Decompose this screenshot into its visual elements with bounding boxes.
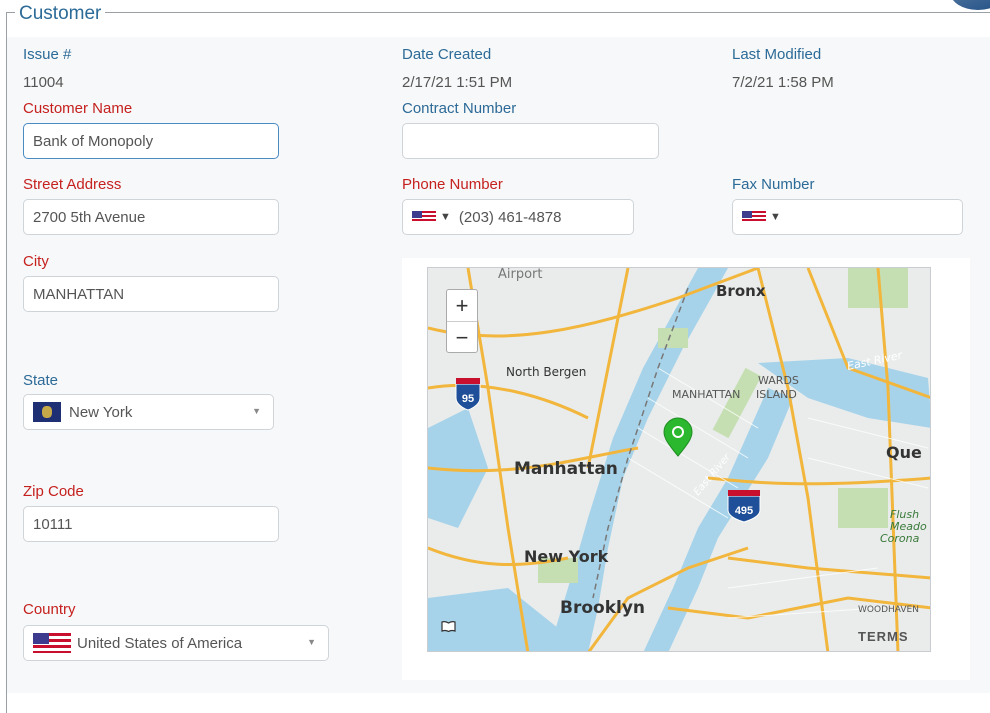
map-canvas: 95 495 Airport Bronx North Bergen MANHAT…	[428, 268, 930, 651]
flushing-meadows-park	[838, 488, 888, 528]
park-area	[658, 328, 688, 348]
country-select[interactable]: United States of America ▼	[23, 625, 329, 661]
state-value: New York	[69, 403, 133, 421]
map-label-airport: Airport	[498, 268, 543, 282]
map-terms-link[interactable]: TERMS	[858, 629, 909, 644]
date-created-label: Date Created	[402, 46, 492, 63]
state-label: State	[23, 372, 59, 389]
us-flag-icon	[33, 633, 71, 653]
country-label: Country	[23, 601, 76, 618]
interstate-495-label: 495	[735, 505, 753, 517]
country-caret-icon[interactable]: ▼	[770, 211, 781, 223]
city-input[interactable]: MANHATTAN	[23, 276, 279, 312]
fax-number-input[interactable]: ▼	[732, 199, 963, 235]
street-address-label: Street Address	[23, 176, 122, 193]
zip-code-input[interactable]: 10111	[23, 506, 279, 542]
phone-number-label: Phone Number	[402, 176, 503, 193]
city-value: MANHATTAN	[33, 285, 125, 303]
corner-logo	[930, 0, 990, 12]
last-modified-value: 7/2/21 1:58 PM	[732, 74, 834, 91]
chevron-down-icon[interactable]: ▼	[252, 406, 261, 416]
fax-number-label: Fax Number	[732, 176, 815, 193]
map-label-new-york: New York	[524, 547, 609, 566]
phone-number-input[interactable]: ▼ (203) 461-4878	[402, 199, 634, 235]
map-label-island: ISLAND	[756, 388, 797, 401]
customer-name-value: Bank of Monopoly	[33, 132, 154, 150]
zoom-in-button[interactable]: +	[447, 290, 477, 321]
interstate-95-label: 95	[462, 393, 474, 405]
map-label-brooklyn: Brooklyn	[560, 598, 645, 618]
zip-code-label: Zip Code	[23, 483, 84, 500]
interstate-495-shield-top	[728, 490, 760, 496]
street-address-value: 2700 5th Avenue	[33, 208, 146, 226]
map-label-north-bergen: North Bergen	[506, 365, 586, 379]
contract-number-input[interactable]	[402, 123, 659, 159]
customer-name-input[interactable]: Bank of Monopoly	[23, 123, 279, 159]
zip-code-value: 10111	[33, 515, 73, 533]
issue-value: 11004	[23, 74, 64, 91]
country-value: United States of America	[77, 634, 243, 652]
contract-number-label: Contract Number	[402, 100, 517, 117]
map-label-queens: Que	[886, 443, 922, 462]
map-label-bronx: Bronx	[716, 282, 766, 300]
phone-number-value: (203) 461-4878	[458, 208, 562, 226]
new-york-flag-icon	[33, 402, 61, 422]
chevron-down-icon[interactable]: ▼	[307, 637, 316, 647]
map-label-corona: Corona	[880, 532, 920, 545]
section-legend: Customer	[15, 3, 106, 25]
last-modified-label: Last Modified	[732, 46, 822, 63]
state-select[interactable]: New York ▼	[23, 394, 274, 430]
issue-label: Issue #	[23, 46, 72, 63]
map-label-manhattan: Manhattan	[514, 459, 618, 479]
map-label-manhattan-district: MANHATTAN	[672, 388, 740, 401]
us-flag-icon[interactable]	[412, 211, 436, 223]
interstate-95-shield-top	[456, 378, 480, 384]
street-address-input[interactable]: 2700 5th Avenue	[23, 199, 279, 235]
location-map[interactable]: 95 495 Airport Bronx North Bergen MANHAT…	[427, 267, 931, 652]
date-created-value: 2/17/21 1:51 PM	[402, 74, 513, 91]
city-label: City	[23, 253, 49, 270]
us-flag-icon[interactable]	[742, 211, 766, 223]
customer-name-label: Customer Name	[23, 100, 133, 117]
country-caret-icon[interactable]: ▼	[440, 211, 451, 223]
map-legend-book-icon[interactable]	[441, 621, 456, 632]
zoom-out-button[interactable]: −	[447, 321, 477, 353]
map-label-woodhaven: WOODHAVEN	[858, 605, 919, 615]
map-zoom-control: + −	[446, 289, 478, 353]
map-label-wards: WARDS	[758, 374, 799, 387]
